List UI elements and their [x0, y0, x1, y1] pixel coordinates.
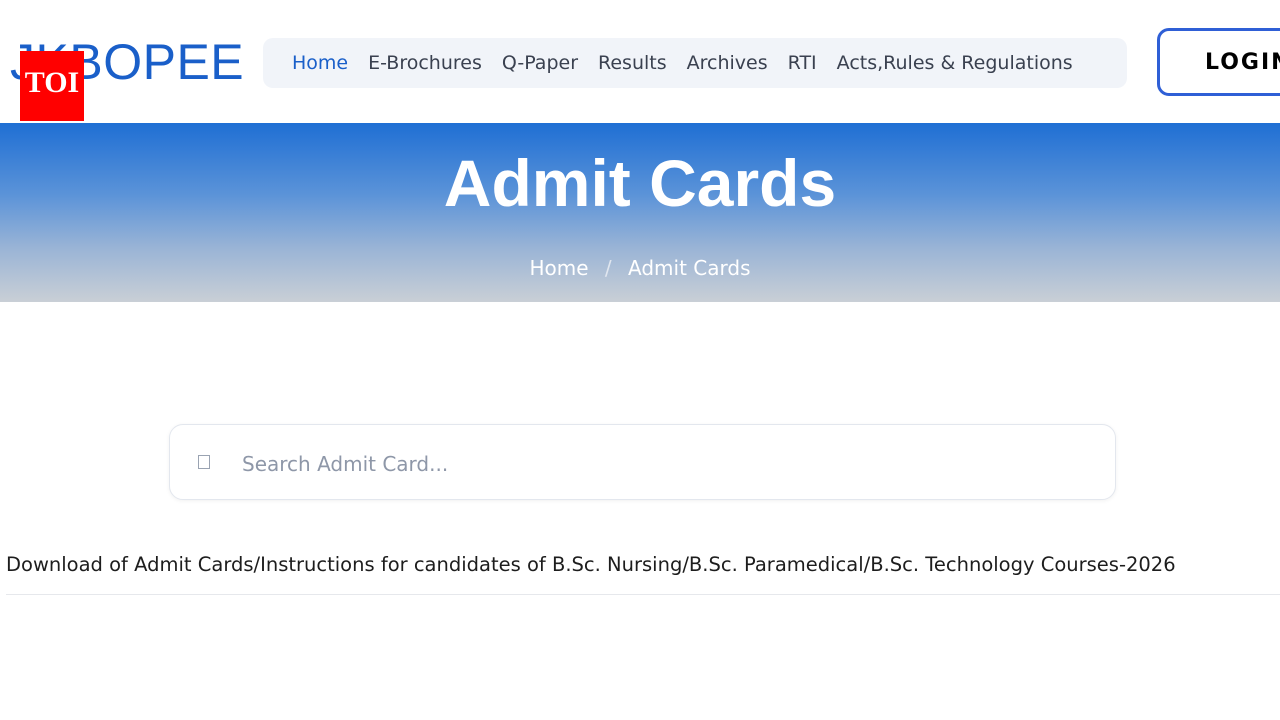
main-nav: Home E-Brochures Q-Paper Results Archive… — [263, 38, 1127, 88]
nav-item-rti[interactable]: RTI — [788, 52, 817, 74]
breadcrumb-home-link[interactable]: Home — [529, 256, 588, 280]
nav-item-q-paper[interactable]: Q-Paper — [502, 52, 578, 74]
admit-card-list-item[interactable]: Download of Admit Cards/Instructions for… — [6, 553, 1280, 595]
login-button[interactable]: LOGIN — [1157, 28, 1280, 96]
breadcrumb: Home / Admit Cards — [0, 256, 1280, 280]
site-header: JKBOPEE TOI Home E-Brochures Q-Paper Res… — [0, 0, 1280, 123]
nav-item-results[interactable]: Results — [598, 52, 667, 74]
search-box — [169, 424, 1116, 500]
breadcrumb-separator: / — [604, 256, 612, 280]
nav-item-archives[interactable]: Archives — [687, 52, 768, 74]
search-icon — [198, 455, 210, 469]
search-input[interactable] — [240, 443, 1084, 485]
page-title: Admit Cards — [443, 146, 837, 220]
toi-watermark-logo: TOI — [20, 51, 84, 121]
nav-item-e-brochures[interactable]: E-Brochures — [368, 52, 482, 74]
nav-item-home[interactable]: Home — [292, 52, 348, 74]
breadcrumb-current: Admit Cards — [628, 256, 751, 280]
page: JKBOPEE TOI Home E-Brochures Q-Paper Res… — [0, 0, 1280, 720]
page-banner: Admit Cards Home / Admit Cards — [0, 123, 1280, 302]
nav-item-acts-rules[interactable]: Acts,Rules & Regulations — [837, 52, 1073, 74]
